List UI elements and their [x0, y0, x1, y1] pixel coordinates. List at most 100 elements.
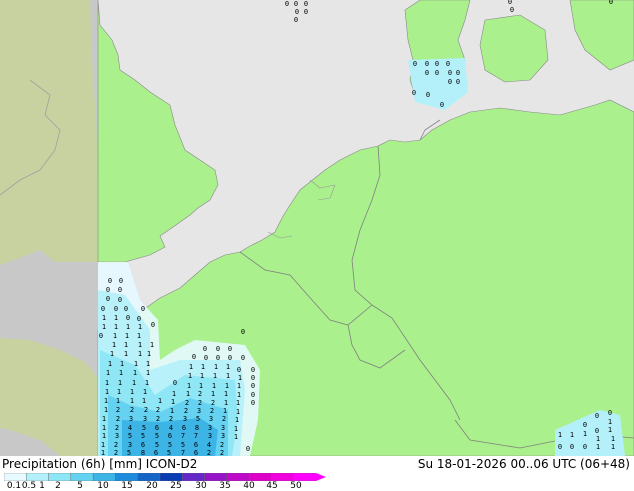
precip-value-label: 0 [173, 379, 177, 387]
precip-value-label: 1 [596, 443, 600, 451]
map-footer: Precipitation (6h) [mm] ICON-D2 Su 18-01… [0, 456, 634, 491]
legend-overflow-arrow [316, 473, 326, 481]
precip-value-label: 0 [435, 69, 439, 77]
precip-value-label: 1 [189, 363, 193, 371]
precip-value-label: 2 [114, 441, 118, 449]
precip-value-label: 1 [608, 418, 612, 426]
precip-value-label: 5 [181, 441, 185, 449]
precip-value-label: 0 [251, 399, 255, 407]
precip-value-label: 1 [236, 399, 240, 407]
precip-value-label: 0 [246, 445, 250, 453]
precip-value-label: 1 [200, 372, 204, 380]
precip-value-label: 2 [185, 399, 189, 407]
precip-value-label: 1 [158, 397, 162, 405]
precip-value-label: 6 [141, 441, 145, 449]
precipitation-map: 0000000000000000000000000000000011000111… [0, 0, 634, 456]
legend-swatch [226, 473, 250, 481]
precip-value-label: 1 [213, 372, 217, 380]
precip-value-label: 3 [208, 424, 212, 432]
precip-value-label: 3 [115, 432, 119, 440]
legend-swatch [115, 473, 138, 481]
precip-value-label: 0 [118, 286, 122, 294]
precip-value-label: 0 [251, 366, 255, 374]
legend-swatch [204, 473, 228, 481]
precip-value-label: 1 [147, 350, 151, 358]
precip-value-label: 7 [181, 432, 185, 440]
precip-value-label: 1 [124, 341, 128, 349]
precip-value-label: 1 [130, 397, 134, 405]
precip-value-label: 1 [106, 369, 110, 377]
precip-value-label: 0 [119, 277, 123, 285]
precip-value-label: 1 [223, 407, 227, 415]
precip-value-label: 5 [167, 449, 171, 456]
precip-value-label: 1 [105, 388, 109, 396]
precip-value-label: 0 [137, 315, 141, 323]
precip-value-label: 0 [192, 353, 196, 361]
precip-value-label: 5 [155, 441, 159, 449]
precip-value-label: 1 [138, 323, 142, 331]
precip-value-label: 1 [102, 323, 106, 331]
precip-value-label: 1 [146, 369, 150, 377]
precip-value-label: 0 [114, 305, 118, 313]
precip-value-label: 1 [104, 406, 108, 414]
precip-value-label: 0 [126, 314, 130, 322]
precip-value-label: 0 [446, 60, 450, 68]
precip-value-label: 0 [124, 305, 128, 313]
precip-value-label: 1 [238, 374, 242, 382]
legend-swatch [70, 473, 94, 481]
precip-value-label: 1 [150, 341, 154, 349]
precip-value-label: 1 [114, 314, 118, 322]
precip-value-label: 1 [237, 391, 241, 399]
precip-value-label: 1 [101, 449, 105, 456]
legend-swatch [137, 473, 161, 481]
precip-value-label: 0 [294, 16, 298, 24]
precip-value-label: 4 [128, 424, 132, 432]
precip-value-label: 0 [241, 328, 245, 336]
precip-value-label: 1 [132, 379, 136, 387]
precip-value-label: 0 [304, 0, 308, 8]
precip-value-label: 5 [127, 449, 131, 456]
precip-value-label: 0 [241, 354, 245, 362]
precip-value-label: 0 [99, 332, 103, 340]
precip-value-label: 0 [216, 345, 220, 353]
precip-value-label: 2 [211, 399, 215, 407]
precip-value-label: 1 [611, 443, 615, 451]
precip-value-label: 1 [226, 363, 230, 371]
legend-swatch [92, 473, 116, 481]
precip-value-label: 0 [285, 0, 289, 8]
precip-value-label: 3 [143, 415, 147, 423]
precip-value-label: 4 [169, 424, 173, 432]
precip-value-label: 0 [426, 91, 430, 99]
precip-value-label: 3 [128, 441, 132, 449]
map-title: Precipitation (6h) [mm] ICON-D2 [2, 457, 198, 471]
great-britain-outside-domain [0, 0, 98, 265]
precip-value-label: 5 [128, 432, 132, 440]
precip-value-label: 1 [186, 390, 190, 398]
precip-value-label: 1 [118, 379, 122, 387]
precip-value-label: 1 [558, 431, 562, 439]
precip-value-label: 5 [168, 441, 172, 449]
precip-value-label: 2 [169, 415, 173, 423]
precip-value-label: 2 [220, 441, 224, 449]
precip-value-label: 2 [207, 449, 211, 456]
precip-value-label: 0 [228, 345, 232, 353]
precip-value-label: 1 [102, 314, 106, 322]
precip-value-label: 1 [104, 397, 108, 405]
precip-value-label: 1 [187, 382, 191, 390]
precip-value-label: 0 [595, 427, 599, 435]
legend-swatch [159, 473, 183, 481]
legend-swatch [248, 473, 272, 481]
precip-value-label: 1 [137, 332, 141, 340]
precip-value-label: 0 [106, 286, 110, 294]
precip-value-label: 1 [102, 432, 106, 440]
precip-value-label: 6 [155, 424, 159, 432]
precip-value-label: 1 [130, 388, 134, 396]
precip-value-label: 1 [226, 372, 230, 380]
precip-value-label: 0 [118, 296, 122, 304]
precip-value-label: 0 [595, 412, 599, 420]
precip-value-label: 0 [448, 78, 452, 86]
precip-value-label: 1 [611, 435, 615, 443]
precip-value-label: 2 [144, 406, 148, 414]
precip-value-label: 1 [114, 323, 118, 331]
precip-value-label: 0 [204, 354, 208, 362]
